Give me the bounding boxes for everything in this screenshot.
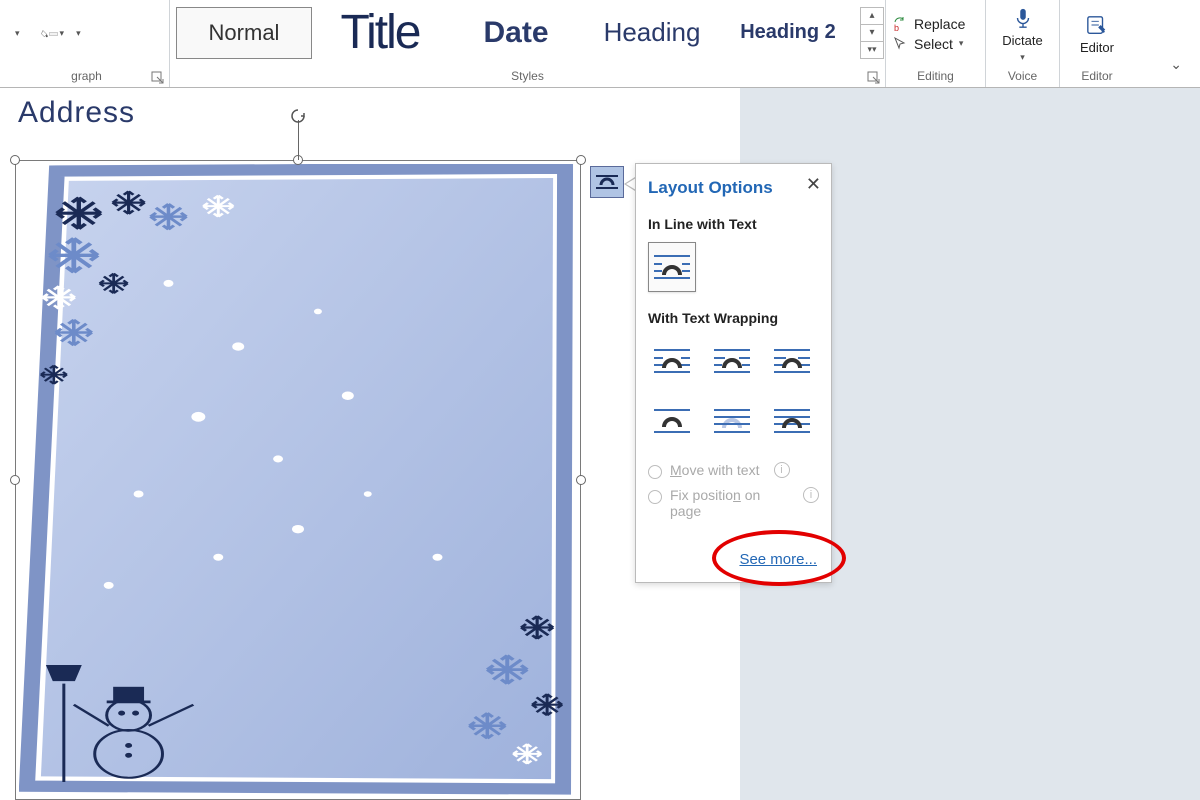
borders-button[interactable]: ▾ [71,26,84,41]
dialog-launcher-icon[interactable] [151,71,165,85]
style-normal[interactable]: Normal [176,7,312,59]
move-with-text-label: Move with text [670,462,760,478]
info-icon[interactable]: i [774,462,790,478]
gallery-more-icon[interactable]: ▾▾ [861,42,883,58]
dictate-label: Dictate [1002,33,1042,48]
inline-section-label: In Line with Text [648,216,819,232]
shading-button[interactable]: ▾ [37,26,68,41]
caret-down-icon: ▾ [60,28,65,39]
style-date[interactable]: Date [448,7,584,59]
radio-icon [648,465,662,479]
group-paragraph: ▾ ▾ ▾ graph [0,0,170,87]
wrap-in-front-of-text[interactable] [768,396,816,446]
group-voice: Dictate ▾ Voice [986,0,1060,87]
resize-handle[interactable] [576,155,586,165]
ribbon: ▾ ▾ ▾ graph Normal Title Date Heading [0,0,1200,88]
group-label-editor: Editor [1066,67,1128,85]
resize-handle[interactable] [10,475,20,485]
radio-icon [648,490,662,504]
layout-options-anchor[interactable] [590,166,624,198]
layout-options-flyout: Layout Options ✕ In Line with Text With … [635,163,832,583]
move-with-text-radio: Move with text i [648,462,819,479]
select-button[interactable]: Select ▾ [892,36,965,52]
caret-down-icon: ▾ [1020,52,1025,63]
wrap-through[interactable] [768,336,816,386]
style-title[interactable]: Title [312,7,448,59]
group-label-editing: Editing [892,67,979,85]
gallery-up-icon[interactable]: ▴ [861,8,883,25]
wrap-square[interactable] [648,336,696,386]
replace-label: Replace [914,16,965,32]
resize-handle[interactable] [10,155,20,165]
flyout-title: Layout Options [648,178,819,198]
fix-position-label: Fix position on page [670,487,789,519]
wrap-behind-text[interactable] [708,396,756,446]
select-label: Select [914,36,953,52]
caret-down-icon: ▾ [15,28,20,39]
collapse-ribbon-icon[interactable]: ⌄ [1170,56,1182,73]
group-editor: Editor Editor [1060,0,1134,87]
see-more-link[interactable]: See more... [739,551,817,568]
styles-scroll[interactable]: ▴ ▾ ▾▾ [860,7,884,59]
group-label-styles: Styles [176,67,879,85]
flyout-pointer-icon [624,177,635,191]
resize-handle[interactable] [576,475,586,485]
selected-picture[interactable] [15,160,581,800]
replace-button[interactable]: b Replace [892,16,965,32]
fix-position-radio: Fix position on page i [648,487,819,519]
caret-down-icon: ▾ [959,38,964,49]
style-heading[interactable]: Heading [584,7,720,59]
rotation-handle[interactable] [290,108,306,124]
group-styles: Normal Title Date Heading Heading 2 ▴ ▾ … [170,0,886,87]
close-icon[interactable]: ✕ [806,176,821,192]
style-heading2[interactable]: Heading 2 [720,7,856,59]
line-spacing-button[interactable]: ▾ [10,26,23,41]
rotation-stem [298,120,299,160]
dictate-button[interactable]: Dictate ▾ [1002,5,1042,63]
svg-text:b: b [894,23,899,32]
editor-label: Editor [1080,40,1114,55]
wrap-tight[interactable] [708,336,756,386]
wrap-inline[interactable] [648,242,696,292]
address-heading: Address [18,96,135,130]
dialog-launcher-icon[interactable] [867,71,881,85]
group-editing: b Replace Select ▾ Editing [886,0,986,87]
styles-gallery[interactable]: Normal Title Date Heading Heading 2 ▴ ▾ … [176,7,884,59]
caret-down-icon: ▾ [76,28,81,39]
wrap-top-bottom[interactable] [648,396,696,446]
gallery-down-icon[interactable]: ▾ [861,25,883,42]
group-label-paragraph: graph [10,67,163,85]
editor-button[interactable]: Editor [1080,12,1114,55]
selection-border [15,160,581,800]
wrapping-section-label: With Text Wrapping [648,310,819,326]
group-label-voice: Voice [992,67,1053,85]
info-icon[interactable]: i [803,487,819,503]
